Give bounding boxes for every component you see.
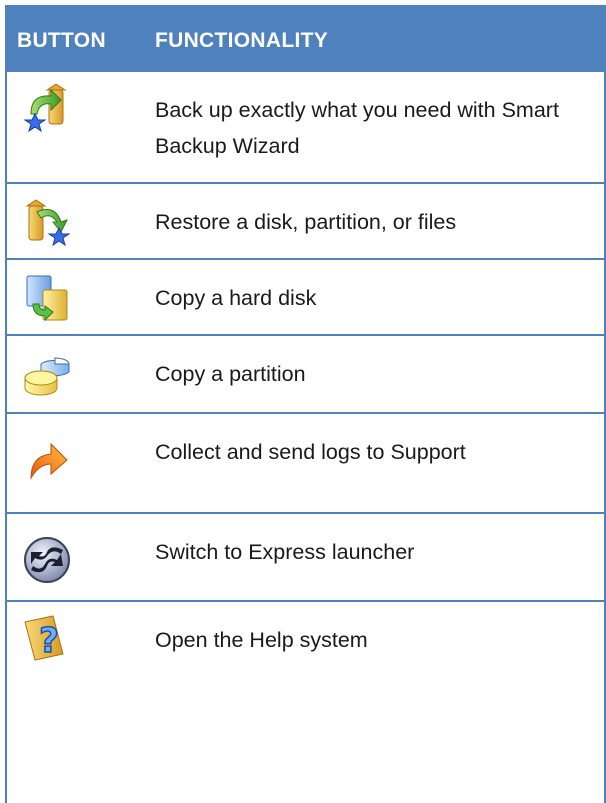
row-text: Restore a disk, partition, or files: [155, 210, 457, 234]
backup-wizard-icon: [23, 84, 67, 132]
row-text: Back up exactly what you need with Smart…: [155, 98, 559, 158]
row-text: Copy a hard disk: [155, 286, 317, 310]
table-row-help: ? Open the Help system: [5, 602, 606, 803]
table-row-copy-disk: Copy a hard disk: [5, 260, 606, 336]
table-header: BUTTON FUNCTIONALITY: [5, 5, 606, 72]
table-row-express: Switch to Express launcher: [5, 514, 606, 602]
svg-text:?: ?: [39, 621, 59, 661]
express-launcher-icon: [24, 537, 70, 583]
help-system-icon: ?: [24, 615, 64, 662]
table-row-restore: Restore a disk, partition, or files: [5, 184, 606, 260]
copy-hard-disk-icon: [26, 275, 68, 322]
table-row-copy-partition: Copy a partition: [5, 336, 606, 414]
table-row-backup: Back up exactly what you need with Smart…: [5, 72, 606, 184]
header-functionality: FUNCTIONALITY: [155, 29, 329, 52]
row-text: Switch to Express launcher: [155, 540, 415, 564]
table-row-send-logs: Collect and send logs to Support: [5, 414, 606, 514]
row-text: Open the Help system: [155, 628, 368, 652]
header-button: BUTTON: [17, 29, 106, 52]
send-logs-icon: [30, 442, 68, 480]
copy-partition-icon: [24, 357, 70, 396]
row-text: Collect and send logs to Support: [155, 440, 466, 464]
button-functionality-table: BUTTON FUNCTIONALITY Back up exactly wha…: [0, 0, 606, 803]
restore-icon: [25, 199, 71, 246]
row-text: Copy a partition: [155, 362, 306, 386]
